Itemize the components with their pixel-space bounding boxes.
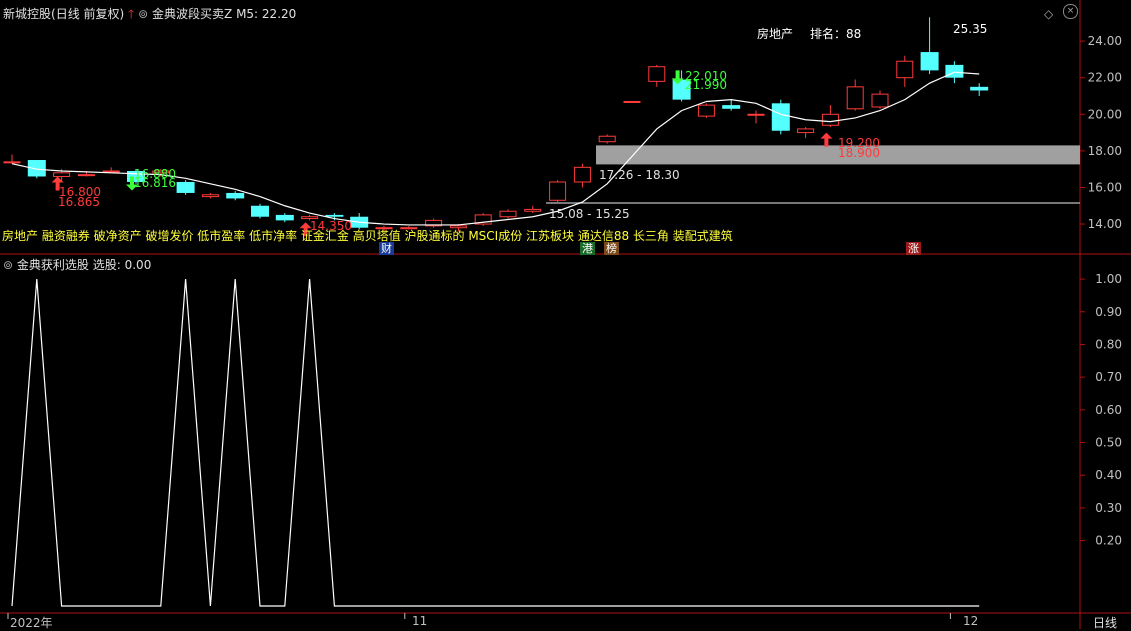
select-signal-line xyxy=(11,279,980,607)
candle-body xyxy=(524,208,542,212)
candle-body xyxy=(226,192,245,199)
period-button[interactable]: 日线 xyxy=(1093,614,1117,631)
lower-indicator-name[interactable]: 金典获利选股 xyxy=(17,258,89,272)
candle-body xyxy=(697,104,715,117)
concept-tags[interactable]: 房地产 融资融券 破净资产 破增发价 低市盈率 低市净率 证金汇金 高贝塔值 沪… xyxy=(2,229,733,243)
indicator-settings-icon[interactable]: ⊚ xyxy=(138,7,148,21)
date-label-dec: 12 xyxy=(963,614,979,628)
marker-finance[interactable]: 财 xyxy=(379,242,394,255)
date-label-nov: 11 xyxy=(412,614,428,628)
y-tick-label: 0.70 xyxy=(1095,370,1122,384)
ma-value: 22.20 xyxy=(261,7,297,21)
period-label: (日线 前复权) xyxy=(51,7,125,21)
candle-body xyxy=(648,66,666,82)
candle-body xyxy=(499,210,517,218)
candle-body xyxy=(77,174,95,177)
candle-body xyxy=(598,135,616,143)
candle-body xyxy=(251,205,269,217)
y-tick-label: 0.60 xyxy=(1095,403,1122,417)
candle-body xyxy=(623,100,641,103)
zone-lower-label: 15.08 - 15.25 xyxy=(549,207,630,221)
lower-header: ⊚ 金典获利选股 选股: 0.00 xyxy=(3,257,151,273)
marker-hk[interactable]: 港 xyxy=(580,242,595,255)
buy-label-4b: 18.900 xyxy=(838,146,880,160)
candle-body xyxy=(176,181,195,193)
sell-label-1b: 16.816 xyxy=(134,176,176,190)
y-tick-label: 0.20 xyxy=(1095,534,1122,548)
rank-label: 排名： xyxy=(810,27,847,41)
y-tick-label: 16.00 xyxy=(1088,180,1122,194)
indicator-settings-icon[interactable]: ⊚ xyxy=(3,258,13,272)
candle-body xyxy=(53,172,71,177)
candle-body xyxy=(846,86,864,110)
sell-label-2b: 21.990 xyxy=(685,78,727,92)
y-tick-label: 0.50 xyxy=(1095,436,1122,450)
diamond-icon[interactable]: ◇ xyxy=(1044,6,1053,22)
marker-limit-up[interactable]: 涨 xyxy=(906,242,921,255)
candle-body xyxy=(722,105,741,109)
y-tick-label: 24.00 xyxy=(1088,34,1122,48)
arrow-up-icon: 🡑 xyxy=(128,7,135,21)
candle-body xyxy=(821,113,839,126)
y-tick-label: 18.00 xyxy=(1088,144,1122,158)
candle-body xyxy=(771,103,790,131)
candle-body xyxy=(896,60,914,79)
candle-body xyxy=(449,225,467,229)
chart-canvas[interactable]: 14.0016.0018.0020.0022.0024.00 0.200.300… xyxy=(0,0,1131,629)
candle-body xyxy=(920,52,939,71)
candle-body xyxy=(275,214,294,221)
y-tick-label: 0.90 xyxy=(1095,305,1122,319)
candle-body xyxy=(573,166,591,183)
candle-body xyxy=(970,86,989,91)
candle-body xyxy=(871,93,889,108)
y-tick-label: 14.00 xyxy=(1088,217,1122,231)
lower-indicator-panel[interactable]: 0.20 0.30 0.40 0.50 0.60 0.70 0.80 0.90 1.00 xyxy=(11,272,1122,607)
high-price-label: 25.35 xyxy=(953,22,988,36)
rank-group: 排名：88 xyxy=(810,26,861,42)
y-tick-label: 22.00 xyxy=(1088,71,1122,85)
buy-label-2: 16.865 xyxy=(58,195,100,209)
y-tick-label: 0.30 xyxy=(1095,501,1122,515)
candle-body xyxy=(797,128,815,134)
y-tick-label: 0.40 xyxy=(1095,468,1122,482)
candle-body xyxy=(549,181,567,201)
stock-name[interactable]: 新城控股 xyxy=(3,7,51,21)
sector-label: 房地产 xyxy=(757,27,794,41)
y-tick-label: 20.00 xyxy=(1088,107,1122,121)
close-panel-icon[interactable]: × xyxy=(1063,4,1078,19)
select-label: 选股: xyxy=(92,258,121,272)
select-value: 0.00 xyxy=(124,258,152,272)
marker-rank[interactable]: 榜 xyxy=(604,242,619,255)
buy-signal-arrow xyxy=(820,132,833,147)
y-tick-label: 0.80 xyxy=(1095,337,1122,351)
upper-price-panel[interactable]: 14.00 16.00 18.00 20.00 22.00 24.00 xyxy=(0,0,1131,629)
y-tick-label: 1.00 xyxy=(1095,272,1122,286)
indicator-name[interactable]: 金典波段买卖Z xyxy=(152,7,232,21)
ma-label: M5: xyxy=(236,7,259,21)
candle-body xyxy=(945,64,964,78)
candle-body xyxy=(747,113,765,116)
rank-value: 88 xyxy=(846,27,862,41)
candle-body xyxy=(201,194,219,198)
candle-body xyxy=(3,161,21,164)
candle-body xyxy=(102,170,120,173)
upper-header: 新城控股(日线 前复权) 🡑 ⊚ 金典波段买卖Z M5: 22.20 xyxy=(3,6,296,22)
date-label-year: 2022年 xyxy=(10,616,53,630)
candle-body xyxy=(325,214,344,217)
zone-upper-label: 17.26 - 18.30 xyxy=(599,168,680,182)
